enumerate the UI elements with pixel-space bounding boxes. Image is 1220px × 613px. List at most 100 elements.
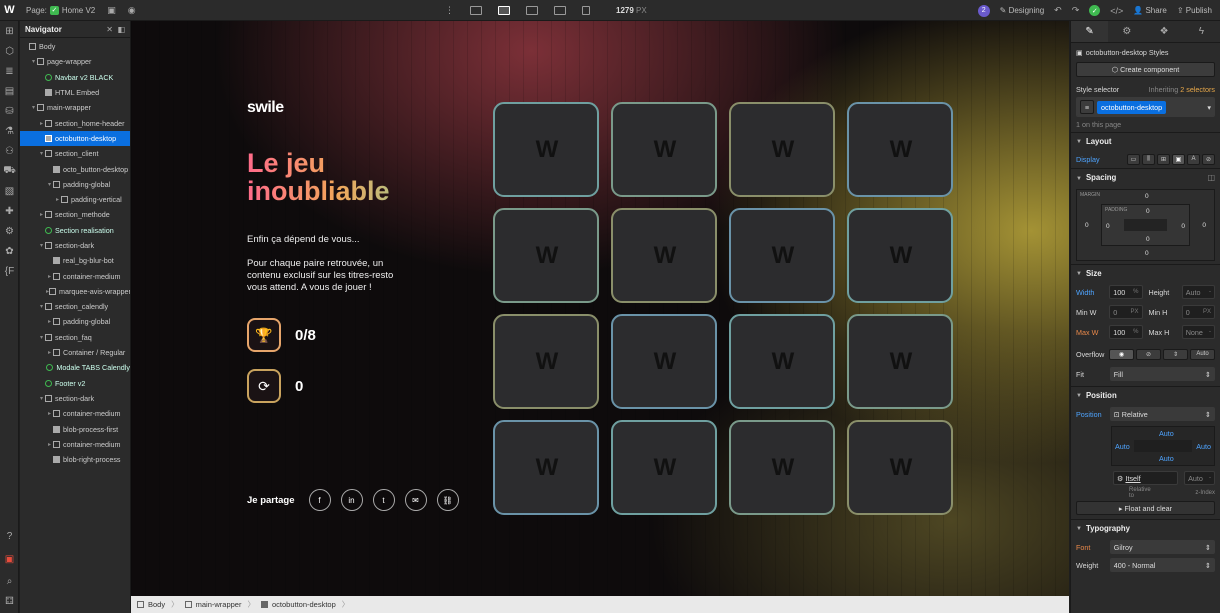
navigator-item[interactable]: octobutton-desktop bbox=[20, 130, 130, 147]
navigator-item[interactable]: HTML Embed bbox=[20, 85, 130, 100]
navigator-item[interactable]: ▸ padding-vertical bbox=[20, 192, 130, 207]
caret-icon[interactable]: ▾ bbox=[38, 303, 45, 310]
navigator-item[interactable]: ▸ container-medium bbox=[20, 437, 130, 452]
navigator-item[interactable]: ▸ container-medium bbox=[20, 406, 130, 421]
desktop-breakpoint-icon[interactable] bbox=[470, 6, 482, 15]
audit-icon[interactable]: ▣ bbox=[0, 549, 19, 569]
caret-down-icon[interactable]: ▾ bbox=[1207, 103, 1211, 112]
pages-icon[interactable]: ▤ bbox=[0, 81, 19, 101]
height-input[interactable]: Auto - bbox=[1181, 285, 1215, 299]
navigator-item[interactable]: ▸ padding-global bbox=[20, 314, 130, 329]
navigator-item[interactable]: ▸ container-medium bbox=[20, 268, 130, 283]
caret-icon[interactable]: ▾ bbox=[38, 334, 45, 341]
caret-icon[interactable]: ▾ bbox=[30, 58, 37, 65]
webflow-logo-icon[interactable]: W bbox=[0, 0, 19, 21]
display-flex-icon[interactable]: ⫼ bbox=[1142, 153, 1155, 165]
caret-icon[interactable]: ▾ bbox=[30, 104, 37, 111]
layout-section-header[interactable]: ▼ Layout bbox=[1071, 132, 1220, 150]
memory-card[interactable]: W bbox=[729, 314, 835, 409]
copy-link-icon[interactable]: ⛓ bbox=[436, 489, 459, 511]
style-selector-field[interactable]: ≡ octobutton-desktop ▾ bbox=[1076, 97, 1215, 117]
navigator-item[interactable]: ▸ section_home-header bbox=[20, 115, 130, 130]
fit-select[interactable]: Fill ⇕ bbox=[1109, 367, 1215, 381]
navigator-item[interactable]: ▸ section_methode bbox=[20, 207, 130, 222]
navigator-item[interactable]: ▾ padding-global bbox=[20, 177, 130, 192]
page-settings-icon[interactable]: ▣ bbox=[107, 5, 116, 16]
navigator-item[interactable]: ▾ section_client bbox=[20, 146, 130, 161]
memory-card[interactable]: W bbox=[729, 420, 835, 515]
navigator-item[interactable]: Body bbox=[20, 39, 130, 54]
style-tab-brush-icon[interactable]: ✎ bbox=[1071, 21, 1109, 42]
selector-style-icon[interactable]: ≡ bbox=[1080, 100, 1094, 114]
twitter-icon[interactable]: t bbox=[372, 489, 395, 511]
search-icon[interactable]: ⌕ bbox=[0, 571, 19, 591]
spacing-presets-icon[interactable]: ◫ bbox=[1208, 173, 1215, 182]
navigator-icon[interactable]: ≣ bbox=[0, 61, 19, 81]
memory-card[interactable]: W bbox=[729, 208, 835, 303]
padding-top[interactable]: 0 bbox=[1146, 208, 1150, 215]
size-section-header[interactable]: ▼ Size bbox=[1071, 264, 1220, 282]
help-icon[interactable]: ? bbox=[0, 526, 19, 546]
cart-icon[interactable]: ⛟ bbox=[0, 161, 19, 181]
display-none-icon[interactable]: ⊘ bbox=[1202, 153, 1215, 165]
caret-icon[interactable]: ▸ bbox=[46, 318, 53, 325]
publish-button[interactable]: ⇪ Publish bbox=[1177, 6, 1212, 15]
share-button[interactable]: 👤 Share bbox=[1133, 6, 1167, 15]
margin-left[interactable]: 0 bbox=[1085, 222, 1089, 229]
apps-icon[interactable]: ✚ bbox=[0, 201, 19, 221]
memory-card[interactable]: W bbox=[611, 420, 717, 515]
memory-card[interactable]: W bbox=[847, 208, 953, 303]
inheriting-label[interactable]: Inheriting 2 selectors bbox=[1149, 85, 1215, 94]
mode-switch[interactable]: ✎ Designing bbox=[1000, 6, 1045, 15]
max-width-input[interactable]: 100% bbox=[1109, 325, 1143, 339]
breadcrumb-item-body[interactable]: Body bbox=[137, 600, 165, 609]
design-canvas[interactable]: swile Le jeu inoubliable Enfin ça dépend… bbox=[131, 21, 1069, 596]
caret-icon[interactable]: ▾ bbox=[46, 181, 53, 188]
selector-pill[interactable]: octobutton-desktop bbox=[1097, 100, 1167, 114]
mobile-portrait-breakpoint-icon[interactable] bbox=[582, 6, 590, 15]
navigator-item[interactable]: ▸ Container / Regular bbox=[20, 345, 130, 360]
navigator-item[interactable]: blob-process-first bbox=[20, 421, 130, 436]
base-breakpoint-icon[interactable] bbox=[498, 6, 510, 15]
users-icon[interactable]: ⚇ bbox=[0, 141, 19, 161]
code-icon[interactable]: </> bbox=[1110, 6, 1123, 16]
font-select[interactable]: Gilroy ⇕ bbox=[1109, 540, 1215, 554]
margin-right[interactable]: 0 bbox=[1202, 222, 1206, 229]
memory-card[interactable]: W bbox=[847, 420, 953, 515]
navigator-item[interactable]: ▾ section_calendly bbox=[20, 299, 130, 314]
caret-icon[interactable]: ▸ bbox=[38, 211, 45, 218]
padding-bottom[interactable]: 0 bbox=[1146, 236, 1150, 243]
caret-icon[interactable]: ▾ bbox=[38, 150, 45, 157]
offset-top[interactable]: Auto bbox=[1159, 429, 1174, 438]
variables-icon[interactable]: {F bbox=[0, 261, 19, 281]
navigator-item[interactable]: ▾ section-dark bbox=[20, 238, 130, 253]
style-manager-tab-icon[interactable]: ❖ bbox=[1146, 21, 1183, 42]
navigator-item[interactable]: ▾ section-dark bbox=[20, 391, 130, 406]
navigator-item[interactable]: Navbar v2 BLACK bbox=[20, 70, 130, 85]
caret-icon[interactable]: ▸ bbox=[54, 196, 61, 203]
navigator-item[interactable]: ▸ marquee-avis-wrapper bbox=[20, 284, 130, 299]
linkedin-icon[interactable]: in bbox=[340, 489, 363, 511]
caret-icon[interactable]: ▾ bbox=[38, 242, 45, 249]
navigator-item[interactable]: real_bg-blur-bot bbox=[20, 253, 130, 268]
memory-card[interactable]: W bbox=[493, 208, 599, 303]
facebook-icon[interactable]: f bbox=[308, 489, 331, 511]
dock-icon[interactable]: ◧ bbox=[117, 25, 125, 34]
position-section-header[interactable]: ▼ Position bbox=[1071, 386, 1220, 404]
offset-right[interactable]: Auto bbox=[1196, 442, 1211, 451]
margin-bottom[interactable]: 0 bbox=[1145, 250, 1149, 257]
margin-top[interactable]: 0 bbox=[1145, 193, 1149, 200]
memory-card[interactable]: W bbox=[729, 102, 835, 197]
caret-icon[interactable]: ▸ bbox=[46, 349, 53, 356]
style-guide-icon[interactable]: ✿ bbox=[0, 241, 19, 261]
padding-left[interactable]: 0 bbox=[1106, 223, 1110, 230]
position-select[interactable]: ⊡ Relative ⇕ bbox=[1109, 407, 1215, 421]
offset-bottom[interactable]: Auto bbox=[1159, 454, 1174, 463]
weight-select[interactable]: 400 - Normal ⇕ bbox=[1109, 558, 1215, 572]
navigator-item[interactable]: Footer v2 bbox=[20, 376, 130, 391]
overflow-auto-button[interactable]: Auto bbox=[1190, 348, 1215, 360]
breadcrumb-item-octobutton[interactable]: octobutton-desktop bbox=[260, 600, 336, 609]
close-icon[interactable]: ✕ bbox=[106, 25, 113, 34]
settings-tab-gear-icon[interactable]: ⚙ bbox=[1108, 21, 1145, 42]
preview-eye-icon[interactable]: ◉ bbox=[128, 5, 136, 16]
